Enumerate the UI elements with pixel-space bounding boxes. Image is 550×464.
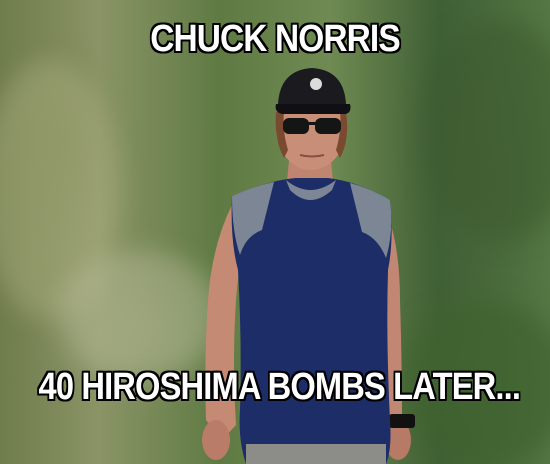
meme-image: CHUCK NORRIS 40 HIROSHIMA BOMBS LATER... — [0, 0, 550, 464]
meme-bottom-caption: 40 HIROSHIMA BOMBS LATER... — [38, 366, 521, 408]
meme-top-caption: CHUCK NORRIS — [150, 18, 400, 60]
